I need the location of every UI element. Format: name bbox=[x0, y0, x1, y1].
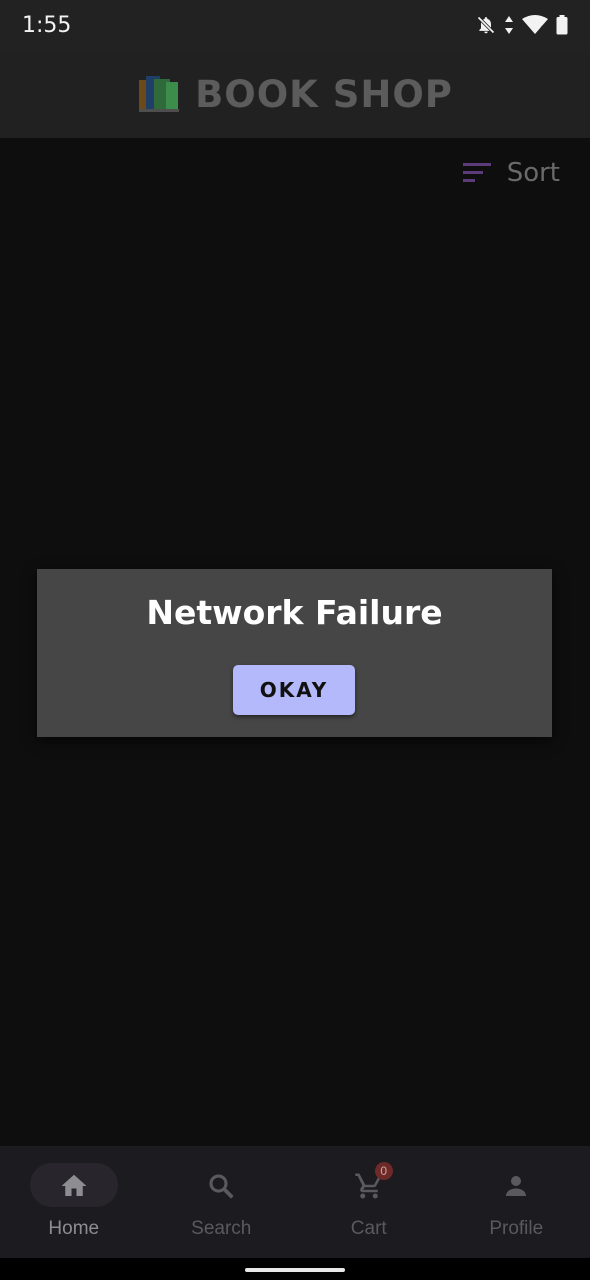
sort-icon bbox=[462, 163, 491, 182]
gesture-handle[interactable] bbox=[245, 1268, 345, 1272]
bottom-navigation: Home Search 0 Cart Profile bbox=[0, 1146, 590, 1258]
sort-label: Sort bbox=[506, 158, 560, 188]
gesture-bar bbox=[0, 1258, 590, 1280]
status-icons: 4 bbox=[476, 15, 568, 35]
person-icon bbox=[506, 1176, 527, 1196]
okay-button[interactable]: OKAY bbox=[233, 665, 355, 715]
battery-icon bbox=[556, 15, 568, 35]
data-arrows-icon bbox=[505, 16, 513, 34]
sort-button[interactable]: Sort bbox=[462, 158, 560, 188]
nav-item-search[interactable]: Search bbox=[148, 1146, 296, 1258]
cart-badge: 0 bbox=[374, 1162, 393, 1180]
nav-item-profile[interactable]: Profile bbox=[443, 1146, 590, 1258]
nav-item-home[interactable]: Home bbox=[0, 1146, 148, 1258]
bell-off-icon bbox=[477, 16, 495, 34]
nav-label-search: Search bbox=[191, 1218, 252, 1239]
status-bar: 1:55 4 bbox=[0, 0, 590, 50]
wifi-level-label: 4 bbox=[539, 24, 544, 34]
dialog-title: Network Failure bbox=[146, 593, 443, 632]
app-title: BOOK SHOP bbox=[195, 72, 453, 116]
app-bar: BOOK SHOP bbox=[0, 50, 590, 138]
search-icon bbox=[209, 1174, 234, 1199]
network-failure-dialog: Network Failure OKAY bbox=[37, 569, 552, 737]
nav-item-cart[interactable]: 0 Cart bbox=[295, 1146, 443, 1258]
nav-label-profile: Profile bbox=[489, 1218, 544, 1239]
wifi-icon: 4 bbox=[522, 15, 548, 34]
status-time: 1:55 bbox=[22, 12, 72, 38]
books-icon bbox=[139, 76, 180, 112]
nav-label-cart: Cart bbox=[350, 1218, 387, 1239]
home-icon bbox=[61, 1174, 87, 1196]
nav-label-home: Home bbox=[48, 1218, 100, 1239]
